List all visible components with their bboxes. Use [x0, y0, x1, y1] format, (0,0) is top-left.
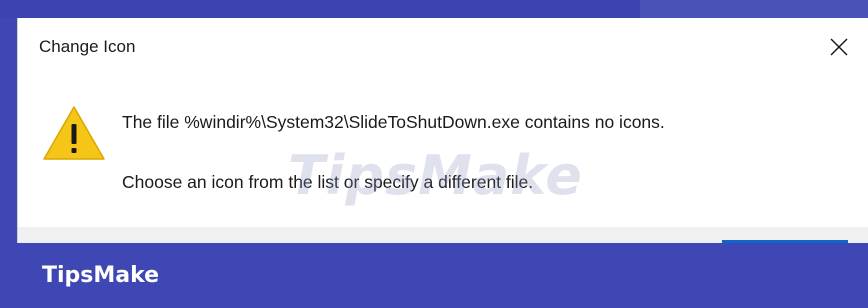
message-line-2: Choose an icon from the list or specify …	[122, 172, 534, 192]
message-line-1: The file %windir%\System32\SlideToShutDo…	[122, 112, 665, 132]
dialog-titlebar: Change Icon	[18, 18, 868, 76]
ok-button-edge[interactable]	[722, 240, 848, 243]
top-background-highlight	[640, 0, 868, 18]
tipsmake-logo-text: TipsMake	[42, 263, 160, 288]
top-background-band	[0, 0, 868, 18]
close-button[interactable]	[818, 30, 860, 64]
close-icon	[830, 38, 848, 56]
change-icon-dialog: Change Icon The file %windir%\System32\S…	[17, 18, 868, 243]
dialog-title: Change Icon	[39, 37, 136, 56]
warning-icon	[43, 106, 105, 160]
